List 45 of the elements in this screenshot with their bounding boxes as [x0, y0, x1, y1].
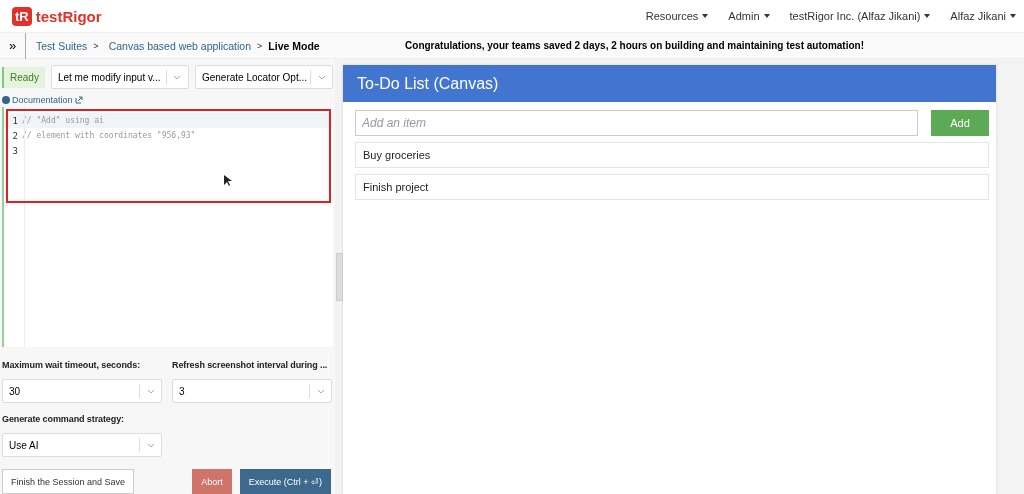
caret-icon [1010, 14, 1016, 18]
setting-select[interactable]: 3 [172, 379, 332, 403]
execute-button[interactable]: Execute (Ctrl + ⏎) [239, 469, 331, 494]
status-badge: Ready [2, 66, 45, 88]
breadcrumb-link[interactable]: Test Suites [36, 39, 88, 52]
setting-select[interactable]: 30 [2, 379, 162, 403]
nav-menu[interactable]: testRigor Inc. (Alfaz Jikani) [789, 10, 931, 22]
nav-menu[interactable]: Alfaz Jikani [950, 10, 1016, 22]
chevron-down-icon [317, 74, 326, 80]
resize-handle[interactable] [335, 252, 343, 301]
savings-message: Congratulations, your teams saved 2 days, 2 hours on building and maintaining test automation! [405, 40, 864, 51]
finish-session-button[interactable]: Finish the Session and Save [2, 469, 135, 494]
locator-select[interactable]: Generate Locator Opt... [194, 65, 333, 89]
chevron-down-icon [173, 74, 182, 80]
documentation-link[interactable]: Documentation [2, 95, 333, 105]
chevron-down-icon [146, 388, 155, 394]
caret-icon [924, 14, 931, 18]
breadcrumb-separator: > [257, 40, 263, 51]
line-number: 1 [11, 115, 19, 126]
todo-item[interactable]: Finish project [355, 174, 989, 200]
caret-icon [763, 14, 770, 18]
cursor-icon [224, 175, 232, 187]
item-input[interactable]: Add an item [355, 110, 918, 136]
setting-select[interactable]: Use AI [2, 433, 162, 457]
setting-label: Refresh screenshot interval during ... [172, 359, 329, 371]
line-number: 2 [11, 130, 19, 141]
chevron-down-icon [146, 442, 155, 448]
chevron-down-icon [316, 388, 325, 394]
setting-label: Generate command strategy: [2, 413, 125, 425]
logo-text: testRigor [35, 7, 102, 25]
caret-icon [702, 14, 709, 18]
setting-label: Maximum wait timeout, seconds: [2, 359, 142, 371]
todo-item[interactable]: Buy groceries [355, 142, 989, 168]
line-number: 3 [11, 145, 19, 156]
app-title-bar: To-Do List (Canvas) [343, 65, 996, 102]
help-icon [2, 96, 10, 104]
nav-menu[interactable]: Admin [728, 10, 770, 22]
sidebar-toggle[interactable]: » [0, 32, 26, 59]
mode-select[interactable]: Let me modify input v... [50, 65, 189, 89]
breadcrumb-link[interactable]: Canvas based web application [108, 39, 252, 52]
external-link-icon [74, 96, 83, 104]
logo-mark: tR [12, 6, 32, 26]
nav-menu[interactable]: Resources [645, 10, 709, 22]
breadcrumb-current: Live Mode [268, 39, 320, 52]
breadcrumb-separator: > [93, 40, 99, 51]
